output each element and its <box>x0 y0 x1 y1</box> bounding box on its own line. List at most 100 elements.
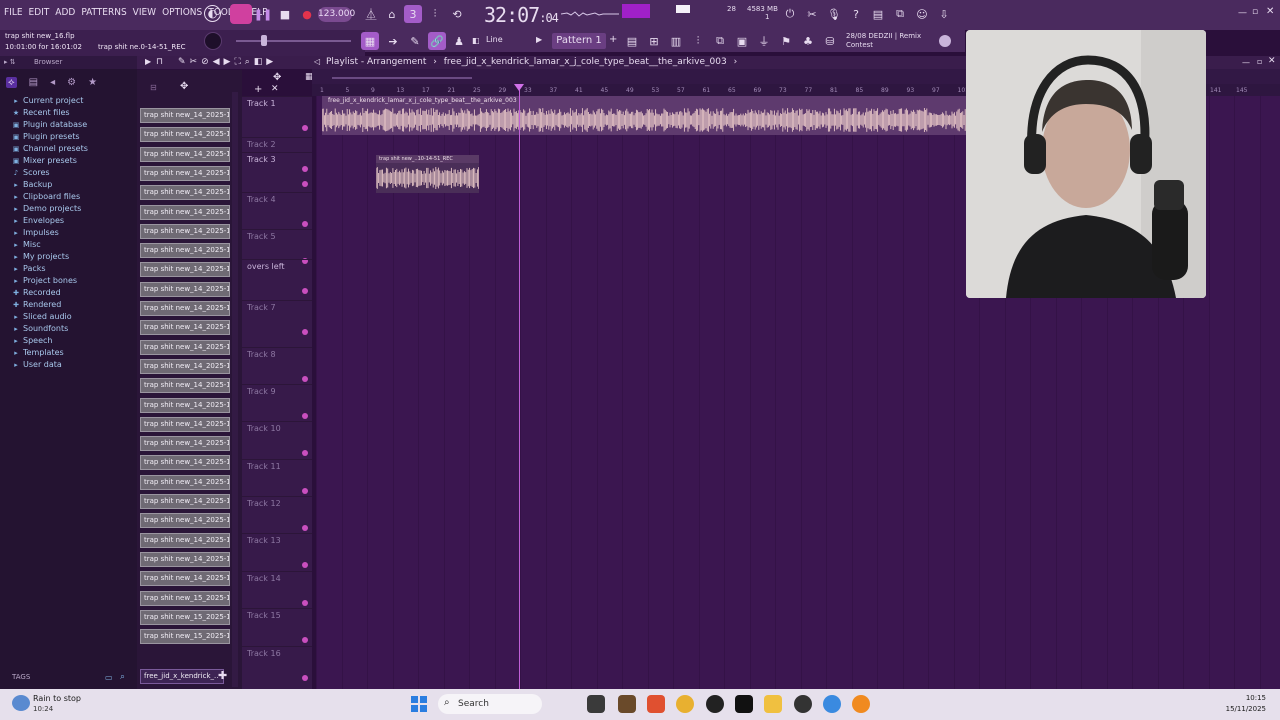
track-name[interactable]: Track 12 <box>247 499 281 508</box>
folder-icon[interactable]: ▭ <box>105 673 113 682</box>
chrome-icon[interactable] <box>676 695 694 713</box>
wait-input-icon[interactable]: ⌂ <box>383 5 401 23</box>
track-name[interactable]: Track 5 <box>247 232 276 241</box>
cut-tool-icon[interactable]: ✂ <box>803 5 821 23</box>
track-mute-dot[interactable] <box>302 376 308 382</box>
magnet-icon[interactable]: ⊓ <box>156 57 163 67</box>
audio-clip-rec-title[interactable]: trap shit new_..10-14-51_REC <box>376 155 479 163</box>
master-pitch-slider[interactable] <box>236 40 351 42</box>
snap-icon[interactable]: ◧ <box>472 36 480 45</box>
news-panel[interactable]: 28/08 DEDZII | Remix Contest <box>846 32 921 50</box>
playlist-close-icon[interactable]: ✕ <box>1268 56 1276 66</box>
clip-source-item[interactable]: trap shit new_14_2025-1.. <box>140 494 230 509</box>
mixer-view-icon[interactable]: ⫶ <box>689 32 707 50</box>
save-icon[interactable]: ▤ <box>869 5 887 23</box>
arrangement-menu-icon[interactable]: › <box>734 57 738 67</box>
clip-source-item[interactable]: trap shit new_14_2025-1.. <box>140 513 230 529</box>
browser-item[interactable]: ▸ Soundfonts <box>12 323 88 335</box>
record-icon[interactable]: ● <box>298 5 316 23</box>
clip-source-item[interactable]: trap shit new_14_2025-1.. <box>140 320 230 336</box>
remove-track-icon[interactable]: ✕ <box>271 84 279 94</box>
fl-studio-icon[interactable] <box>852 695 870 713</box>
tempo-display[interactable]: 123.000 <box>318 7 355 22</box>
file-explorer-icon[interactable] <box>587 695 605 713</box>
clip-list-nav-icon[interactable]: ⊟ <box>150 83 157 92</box>
track-name[interactable]: Track 13 <box>247 536 281 545</box>
track-name[interactable]: Track 14 <box>247 574 281 583</box>
clip-list-scrollbar[interactable] <box>232 92 238 687</box>
clip-list-move-icon[interactable]: ✥ <box>180 81 188 92</box>
arrangement-name[interactable]: free_jid_x_kendrick_lamar_x_j_cole_type_… <box>444 57 727 67</box>
clip-source-item[interactable]: trap shit new_14_2025-1.. <box>140 165 230 181</box>
track-name[interactable]: Track 1 <box>247 99 276 108</box>
playhead-marker[interactable] <box>514 84 524 91</box>
help-icon[interactable]: ? <box>847 5 865 23</box>
track-name[interactable]: Track 15 <box>247 611 281 620</box>
browser-item[interactable]: ▣ Plugin database <box>12 119 88 131</box>
track-mute-dot[interactable] <box>302 288 308 294</box>
track-name[interactable]: Track 7 <box>247 303 276 312</box>
track-mute-dot[interactable] <box>302 637 308 643</box>
browser-item[interactable]: ▣ Plugin presets <box>12 131 88 143</box>
track-mute-dot[interactable] <box>302 562 308 568</box>
cart-icon[interactable]: ⛁ <box>821 32 839 50</box>
track-name[interactable]: Track 4 <box>247 195 276 204</box>
pause-icon[interactable]: ❚❚ <box>254 5 272 23</box>
weather-icon[interactable] <box>12 695 30 711</box>
clip-source-item-selected[interactable]: free_jid_x_kendrick_.. <box>140 669 224 684</box>
playlist-tools-icon[interactable]: ✎✂⊘◀▶⛶⌕◧▶ <box>178 57 277 67</box>
audio-clip-rec[interactable] <box>376 163 479 193</box>
playlist-max-icon[interactable]: ▫ <box>1257 57 1262 66</box>
browser-item[interactable]: ▸ Backup <box>12 179 88 191</box>
browser-all-icon[interactable]: ⟡ <box>6 76 17 88</box>
tempo-tapper-icon[interactable]: ⚑ <box>777 32 795 50</box>
clip-source-item[interactable]: trap shit new_14_2025-1.. <box>140 301 230 316</box>
add-pattern-icon[interactable]: + <box>609 34 617 45</box>
brave-icon[interactable] <box>647 695 665 713</box>
tiktok-icon[interactable] <box>735 695 753 713</box>
browser-search-icon[interactable]: ⌕ <box>120 672 125 682</box>
browser-item[interactable]: ▸ Templates <box>12 347 88 359</box>
pencil-icon[interactable]: ✎ <box>406 32 424 50</box>
clip-source-item[interactable]: trap shit new_14_2025-1.. <box>140 339 230 355</box>
clip-source-item[interactable]: trap shit new_14_2025-1.. <box>140 262 230 278</box>
close-app-icon[interactable]: ✕ <box>1266 6 1274 17</box>
piano-icon[interactable]: ▥ <box>667 32 685 50</box>
clip-source-item[interactable]: trap shit new_14_2025-1.. <box>140 532 230 548</box>
track-name[interactable]: Track 2 <box>247 140 276 149</box>
clip-source-item[interactable]: trap shit new_15_2025-1.. <box>140 590 230 606</box>
browser-item[interactable]: ▸ Demo projects <box>12 203 88 215</box>
download-icon[interactable]: ⇩ <box>935 5 953 23</box>
clip-source-item[interactable]: trap shit new_14_2025-1.. <box>140 436 230 452</box>
arrow-right-icon[interactable]: ➔ <box>384 32 402 50</box>
track-name[interactable]: Track 3 <box>247 155 276 164</box>
clip-source-item[interactable]: trap shit new_14_2025-1.. <box>140 204 230 220</box>
clip-source-item[interactable]: trap shit new_14_2025-1.. <box>140 474 230 490</box>
track-mute-dot[interactable] <box>302 413 308 419</box>
browser-item[interactable]: ★ Recent files <box>12 107 88 119</box>
overview-scroll-handle[interactable] <box>332 77 472 79</box>
playlist-menu-icon[interactable]: ▶ <box>145 57 151 66</box>
browser-item[interactable]: ▸ Clipboard files <box>12 191 88 203</box>
menu-item-patterns[interactable]: PATTERNS <box>81 7 126 18</box>
power-icon[interactable]: ⏻ <box>781 5 799 23</box>
master-volume-knob[interactable] <box>204 32 222 50</box>
pattern-song-toggle[interactable] <box>230 4 252 24</box>
track-name[interactable]: Track 9 <box>247 387 276 396</box>
menu-item-add[interactable]: ADD <box>55 7 75 18</box>
browser-item[interactable]: ▣ Mixer presets <box>12 155 88 167</box>
track-name[interactable]: Track 8 <box>247 350 276 359</box>
pitch-slider-handle[interactable] <box>261 35 267 46</box>
audio-clip-main[interactable] <box>322 105 966 135</box>
browser-files-icon[interactable]: ▤ <box>29 77 38 88</box>
browser-item[interactable]: ▸ Misc <box>12 239 88 251</box>
stop-icon[interactable]: ■ <box>276 5 294 23</box>
clip-source-item[interactable]: trap shit new_14_2025-1.. <box>140 397 230 413</box>
taskbar-search[interactable]: Search <box>438 694 542 714</box>
track-mute-dot[interactable] <box>302 166 308 172</box>
app-icon-1[interactable] <box>618 695 636 713</box>
browser-item[interactable]: ▸ Current project <box>12 95 88 107</box>
clip-source-item[interactable]: trap shit new_14_2025-1.. <box>140 378 230 394</box>
plug-icon[interactable]: ⏚ <box>755 32 773 50</box>
playhead-line[interactable] <box>519 90 520 689</box>
